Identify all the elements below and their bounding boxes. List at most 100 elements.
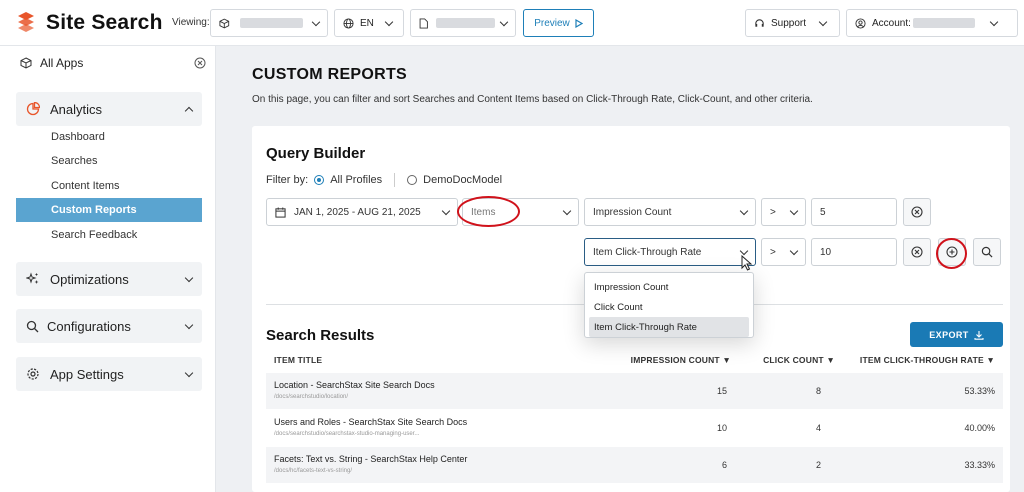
remove-row-2-button[interactable] bbox=[903, 238, 931, 266]
chevron-down-icon bbox=[789, 246, 799, 255]
sidebar-item-optimizations[interactable]: Optimizations bbox=[16, 262, 202, 296]
close-circle-icon[interactable] bbox=[194, 57, 206, 69]
query-builder-title: Query Builder bbox=[266, 145, 366, 162]
support-label: Support bbox=[771, 17, 807, 29]
cube-icon bbox=[20, 57, 32, 69]
column-header-ctr[interactable]: ITEM CLICK-THROUGH RATE ▼ bbox=[860, 355, 995, 365]
column-header-item-title[interactable]: ITEM TITLE bbox=[274, 355, 322, 365]
radio-all-profiles-label[interactable]: All Profiles bbox=[330, 174, 382, 186]
value-input-2[interactable]: 10 bbox=[811, 238, 897, 266]
sidebar-item-configurations[interactable]: Configurations bbox=[16, 309, 202, 343]
export-label: EXPORT bbox=[929, 329, 969, 340]
date-range-picker[interactable]: JAN 1, 2025 - AUG 21, 2025 bbox=[266, 198, 458, 226]
export-button[interactable]: EXPORT bbox=[910, 322, 1003, 347]
metric-select-1[interactable]: Impression Count bbox=[584, 198, 756, 226]
search-results-title: Search Results bbox=[266, 327, 375, 344]
operator-value-2: > bbox=[770, 246, 776, 258]
close-circle-icon bbox=[911, 206, 923, 218]
sidebar-subitem-dashboard[interactable]: Dashboard bbox=[16, 125, 202, 149]
sidebar-item-label: Analytics bbox=[50, 101, 103, 117]
account-label: Account: bbox=[872, 17, 911, 29]
top-bar: Site Search Viewing: EN Preview Support … bbox=[0, 0, 1024, 46]
headset-icon bbox=[755, 18, 764, 27]
play-icon bbox=[575, 18, 583, 28]
radio-demo-doc-model-label[interactable]: DemoDocModel bbox=[423, 174, 502, 186]
metric-dropdown-menu: Impression Count Click Count Item Click-… bbox=[584, 272, 754, 338]
chevron-down-icon bbox=[789, 206, 799, 215]
column-header-impression-count[interactable]: IMPRESSION COUNT ▼ bbox=[631, 355, 731, 365]
sidebar-item-label: Optimizations bbox=[50, 271, 129, 287]
user-icon bbox=[855, 17, 866, 29]
dropdown-option-item-ctr[interactable]: Item Click-Through Rate bbox=[589, 317, 749, 337]
app-selector[interactable] bbox=[210, 9, 328, 37]
impression-count: 6 bbox=[721, 460, 727, 470]
chevron-down-icon bbox=[562, 206, 572, 215]
support-menu[interactable]: Support bbox=[745, 9, 840, 37]
metric-value-2: Item Click-Through Rate bbox=[593, 246, 702, 258]
account-name-blurred bbox=[912, 18, 975, 28]
value-input-2-text: 10 bbox=[820, 246, 832, 258]
sidebar-item-app-settings[interactable]: App Settings bbox=[16, 357, 202, 391]
item-url: /docs/searchstudio/location/ bbox=[274, 394, 349, 400]
language-selector[interactable]: EN bbox=[334, 9, 404, 37]
table-row[interactable]: Location - SearchStax Site Search Docs /… bbox=[266, 373, 1003, 409]
preview-button[interactable]: Preview bbox=[523, 9, 594, 37]
run-query-button[interactable] bbox=[973, 238, 1001, 266]
impression-count: 10 bbox=[716, 423, 727, 433]
chevron-down-icon bbox=[739, 246, 749, 255]
remove-row-1-button[interactable] bbox=[903, 198, 931, 226]
logo[interactable]: Site Search bbox=[16, 11, 163, 35]
page-description: On this page, you can filter and sort Se… bbox=[252, 94, 813, 105]
close-circle-icon bbox=[911, 246, 923, 258]
sidebar-item-label: Configurations bbox=[47, 318, 131, 334]
value-input-1[interactable]: 5 bbox=[811, 198, 897, 226]
annotation-circle-items bbox=[457, 196, 520, 227]
sidebar-subitem-search-feedback[interactable]: Search Feedback bbox=[16, 223, 202, 247]
chevron-down-icon bbox=[739, 206, 749, 215]
chevron-down-icon bbox=[384, 17, 394, 26]
radio-demo-doc-model[interactable] bbox=[407, 175, 418, 185]
sidebar-subitem-searches[interactable]: Searches bbox=[16, 149, 202, 173]
chevron-down-icon bbox=[184, 273, 194, 282]
dropdown-option-impression-count[interactable]: Impression Count bbox=[589, 277, 749, 297]
impression-count: 15 bbox=[716, 386, 727, 396]
search-icon bbox=[981, 246, 993, 258]
globe-icon bbox=[343, 17, 354, 29]
all-apps-link[interactable]: All Apps bbox=[20, 56, 206, 70]
sidebar-item-label: App Settings bbox=[50, 366, 124, 382]
sidebar: All Apps Analytics Dashboard Searches Co… bbox=[0, 46, 216, 492]
calendar-icon bbox=[275, 206, 286, 218]
click-count: 2 bbox=[815, 460, 821, 470]
model-selector[interactable] bbox=[410, 9, 516, 37]
operator-select-2[interactable]: > bbox=[761, 238, 806, 266]
column-header-click-count[interactable]: CLICK COUNT ▼ bbox=[763, 355, 835, 365]
viewing-label: Viewing: bbox=[172, 17, 210, 28]
chevron-down-icon bbox=[184, 320, 194, 329]
account-menu[interactable]: Account: bbox=[846, 9, 1018, 37]
click-through-rate: 33.33% bbox=[964, 460, 995, 470]
date-range-value: JAN 1, 2025 - AUG 21, 2025 bbox=[294, 206, 421, 218]
sidebar-item-analytics[interactable]: Analytics bbox=[16, 92, 202, 126]
table-row[interactable]: Facets: Text vs. String - SearchStax Hel… bbox=[266, 447, 1003, 483]
radio-all-profiles[interactable] bbox=[314, 175, 325, 185]
preview-label: Preview bbox=[534, 17, 570, 29]
sidebar-subitem-content-items[interactable]: Content Items bbox=[16, 174, 202, 198]
sidebar-subitem-custom-reports[interactable]: Custom Reports bbox=[16, 198, 202, 222]
all-apps-label: All Apps bbox=[40, 56, 84, 70]
app-title: Site Search bbox=[46, 11, 163, 34]
annotation-circle-add bbox=[936, 238, 967, 269]
chevron-down-icon bbox=[311, 17, 321, 26]
filter-by-label: Filter by: bbox=[266, 174, 309, 186]
table-row[interactable]: Users and Roles - SearchStax Site Search… bbox=[266, 410, 1003, 446]
gear-icon bbox=[27, 368, 39, 380]
operator-select-1[interactable]: > bbox=[761, 198, 806, 226]
click-through-rate: 40.00% bbox=[964, 423, 995, 433]
download-icon bbox=[974, 330, 984, 340]
chevron-up-icon bbox=[184, 106, 194, 116]
page-title: CUSTOM REPORTS bbox=[252, 66, 408, 83]
chevron-down-icon bbox=[184, 368, 194, 377]
dropdown-option-click-count[interactable]: Click Count bbox=[589, 297, 749, 317]
item-url: /docs/searchstudio/searchstax-studio-man… bbox=[274, 431, 420, 437]
value-input-1-text: 5 bbox=[820, 206, 826, 218]
metric-select-2[interactable]: Item Click-Through Rate bbox=[584, 238, 756, 266]
